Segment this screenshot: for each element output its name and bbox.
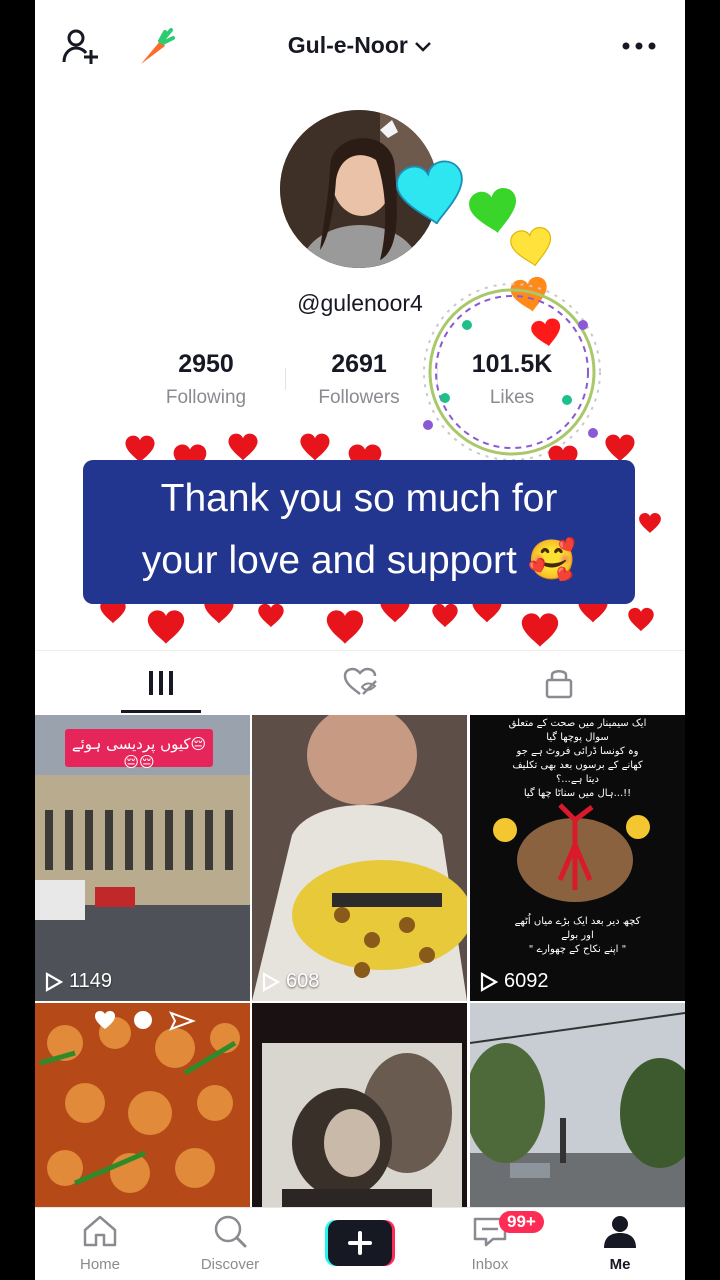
- caption-line: ایک سیمینار میں صحت کے متعلق: [508, 718, 647, 729]
- nav-discover[interactable]: Discover: [165, 1214, 295, 1273]
- overlay-icons: [95, 1011, 196, 1031]
- tab-private[interactable]: [451, 651, 667, 717]
- nav-home-label: Home: [79, 1256, 120, 1273]
- followers-label: Followers: [318, 387, 400, 408]
- play-icon: [45, 971, 63, 992]
- profile-screen: Gul-e-Noor @gulenoor4 2950 Following 269…: [35, 0, 685, 1280]
- inbox-badge: 99+: [499, 1211, 544, 1233]
- liked-hidden-icon: [343, 667, 377, 696]
- video-preview-image: [252, 715, 467, 1001]
- view-count-number: 6092: [504, 970, 549, 992]
- lock-icon: [545, 670, 573, 699]
- more-icon[interactable]: [621, 34, 657, 58]
- video-caption: کیوں پردیسی ہوئے😔😔😔: [71, 735, 207, 771]
- caption-line: دیتا ہے...؟: [555, 774, 600, 785]
- following-stat[interactable]: 2950 Following: [136, 350, 276, 409]
- caption-line: کچھ دیر بعد ایک بڑے میاں اُٹھے: [514, 916, 641, 927]
- view-count: 6092: [480, 970, 549, 993]
- caption-line: ہال میں سناٹا چھا گیا...!!: [523, 788, 632, 799]
- tab-liked[interactable]: [252, 651, 468, 717]
- likes-count: 101.5K: [471, 350, 553, 378]
- nav-home[interactable]: Home: [35, 1214, 165, 1273]
- profile-icon: [604, 1216, 636, 1248]
- video-caption-bottom: کچھ دیر بعد ایک بڑے میاں اُٹھے اور بولے …: [476, 915, 679, 957]
- view-count: 608: [262, 970, 319, 993]
- video-thumbnail[interactable]: کیوں پردیسی ہوئے😔😔😔 1149: [35, 715, 250, 1001]
- banner-line-1: Thank you so much for: [160, 477, 558, 520]
- play-icon: [480, 971, 498, 992]
- video-preview-image: [35, 1003, 250, 1207]
- view-count: 1149: [45, 970, 112, 993]
- caption-line: اور بولے: [561, 930, 594, 941]
- search-icon: [214, 1215, 247, 1248]
- caption-line: " اپنے نکاح کے چھوارے ": [528, 944, 627, 955]
- video-caption: ایک سیمینار میں صحت کے متعلق سوال پوچھا …: [476, 717, 679, 801]
- grid-icon: [147, 667, 173, 695]
- likes-label: Likes: [489, 387, 535, 408]
- likes-stat[interactable]: 101.5K Likes: [442, 350, 582, 409]
- profile-name: Gul-e-Noor: [287, 32, 408, 58]
- followers-stat[interactable]: 2691 Followers: [289, 350, 429, 409]
- home-icon: [83, 1215, 117, 1247]
- stat-divider: [437, 368, 438, 390]
- followers-count: 2691: [331, 350, 387, 378]
- stat-divider: [285, 368, 286, 390]
- video-thumbnail[interactable]: 608: [252, 715, 467, 1001]
- video-preview-image: [252, 1003, 467, 1207]
- plus-icon[interactable]: [325, 1220, 395, 1266]
- chevron-down-icon: [415, 42, 432, 52]
- profile-title-dropdown[interactable]: Gul-e-Noor: [35, 32, 685, 59]
- top-bar: Gul-e-Noor: [35, 0, 685, 92]
- caption-line: سوال پوچھا گیا: [546, 732, 609, 743]
- nav-me[interactable]: Me: [555, 1214, 685, 1273]
- view-count-number: 608: [286, 970, 320, 992]
- caption-line: کھانے کے برسوں بعد بھی تکلیف: [512, 760, 643, 771]
- following-label: Following: [165, 387, 247, 408]
- video-thumbnail[interactable]: [470, 1003, 685, 1207]
- view-count-number: 1149: [69, 970, 113, 992]
- banner-line-2: your love and support 🥰: [141, 539, 577, 582]
- following-count: 2950: [178, 350, 234, 378]
- thank-you-banner: Thank you so much for your love and supp…: [83, 460, 635, 604]
- video-grid: کیوں پردیسی ہوئے😔😔😔 1149 608 ایک سیمینار…: [35, 715, 685, 1207]
- video-thumbnail[interactable]: [252, 1003, 467, 1207]
- tab-videos[interactable]: [53, 651, 269, 717]
- profile-tabs: [35, 650, 685, 717]
- play-icon: [262, 971, 280, 992]
- bottom-nav: Home Discover Inbox Me: [35, 1207, 685, 1280]
- video-thumbnail[interactable]: ایک سیمینار میں صحت کے متعلق سوال پوچھا …: [470, 715, 685, 1001]
- caption-line: وہ کونسا ڈرائی فروٹ ہے جو: [516, 746, 639, 757]
- active-tab-indicator: [121, 710, 201, 713]
- nav-me-label: Me: [609, 1256, 631, 1273]
- video-thumbnail[interactable]: [35, 1003, 250, 1207]
- avatar[interactable]: [280, 110, 438, 268]
- video-preview-image: [470, 1003, 685, 1207]
- nav-discover-label: Discover: [200, 1256, 260, 1273]
- nav-inbox-label: Inbox: [471, 1256, 509, 1273]
- profile-handle: @gulenoor4: [297, 290, 423, 316]
